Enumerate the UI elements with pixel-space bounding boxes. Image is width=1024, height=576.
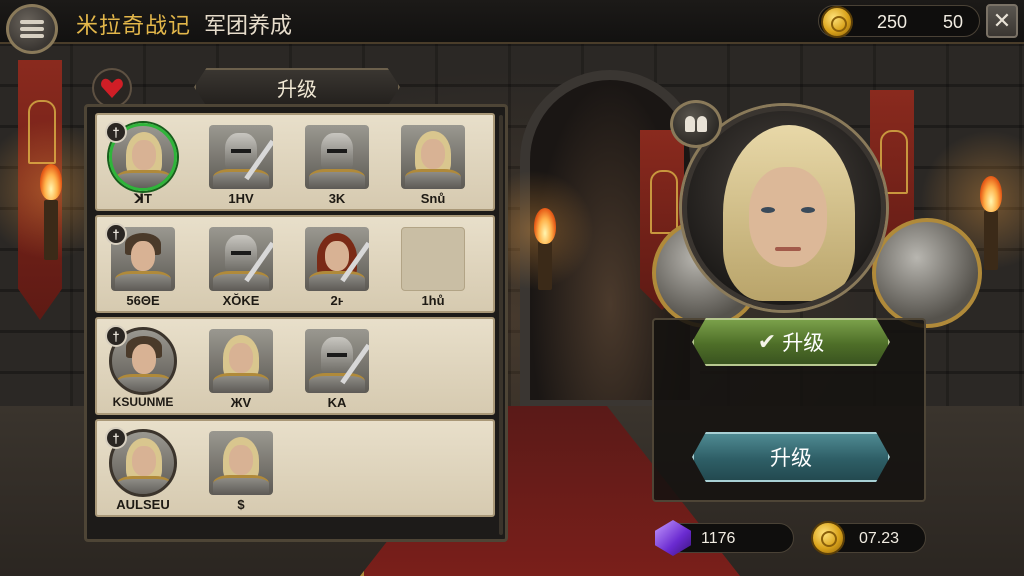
roster-scrollbar[interactable]: [499, 115, 503, 535]
unit-portrait: [305, 227, 369, 291]
unit-card[interactable]: 2ⱶ: [297, 219, 377, 313]
unit-label: KA: [327, 395, 347, 410]
unit-portrait: [401, 125, 465, 189]
squad-row-1[interactable]: † ꓘT 1HV 3K Snů: [95, 113, 495, 211]
flame-right: [980, 176, 1002, 212]
squad-leader-card[interactable]: † 56ΘE: [103, 219, 183, 313]
empty-slot-frame: [401, 227, 465, 291]
coin-icon: [821, 6, 853, 38]
rank-badge: †: [105, 223, 127, 245]
unit-card[interactable]: XŎKE: [201, 219, 281, 313]
rank-badge: †: [105, 121, 127, 143]
torch-center: [538, 240, 552, 290]
unit-portrait: [209, 329, 273, 393]
unit-portrait: [305, 125, 369, 189]
unit-label: KSUUNME: [112, 395, 174, 409]
heart-icon: [100, 77, 124, 99]
menu-icon: [20, 20, 44, 38]
unit-portrait: [209, 227, 273, 291]
upgrade-button[interactable]: 升级: [692, 432, 890, 482]
currency-value-secondary: 50: [943, 12, 964, 32]
tab-upgrade[interactable]: 升级: [194, 68, 400, 106]
torch-left: [44, 200, 58, 260]
unit-card[interactable]: Snů: [393, 117, 473, 211]
menu-button[interactable]: [6, 4, 58, 54]
confirm-upgrade-button[interactable]: ✔ 升级: [692, 318, 890, 366]
torch-right: [984, 210, 998, 270]
unit-card[interactable]: 3K: [297, 117, 377, 211]
unit-label: Snů: [420, 191, 446, 206]
squad-leader-card[interactable]: † KSUUNME: [103, 321, 183, 415]
unit-card[interactable]: KA: [297, 321, 377, 415]
screen-title: 军团养成: [204, 13, 293, 38]
unit-label: XŎKE: [222, 293, 260, 308]
unit-card[interactable]: 1HV: [201, 117, 281, 211]
close-icon: ✕: [992, 8, 1012, 33]
gem-value: 1176: [701, 530, 736, 547]
unit-portrait: [209, 125, 273, 189]
upgrade-label: 升级: [770, 447, 812, 470]
squad-row-2[interactable]: † 56ΘE XŎKE 2ⱶ 1hů: [95, 215, 495, 313]
close-button[interactable]: ✕: [986, 4, 1018, 38]
group-icon: [684, 116, 708, 132]
flame-left: [40, 164, 62, 200]
squad-leader-card[interactable]: † ꓘT: [103, 117, 183, 211]
unit-label: $: [237, 497, 245, 512]
unit-card[interactable]: $: [201, 423, 281, 517]
hero-shoulder-right: [872, 218, 982, 328]
game-title: 米拉奇战记: [76, 13, 192, 38]
currency-display: 250 50: [818, 5, 980, 38]
squad-leader-card[interactable]: † AULSEU: [103, 423, 183, 517]
favorite-button[interactable]: [92, 68, 132, 108]
unit-label: AULSEU: [116, 497, 170, 512]
gem-counter: 1176: [655, 520, 794, 556]
squad-row-3[interactable]: † KSUUNME ЖV KA: [95, 317, 495, 415]
gold-counter: 07.23: [811, 521, 926, 555]
gold-value: 07.23: [859, 530, 900, 547]
unit-label: 1HV: [228, 191, 254, 206]
confirm-upgrade-label: 升级: [782, 332, 825, 355]
party-button[interactable]: [670, 100, 722, 148]
flame-center: [534, 208, 556, 244]
unit-label: ꓘT: [133, 191, 152, 206]
unit-portrait: [209, 431, 273, 495]
unit-portrait: [305, 329, 369, 393]
unit-label: 56ΘE: [126, 293, 160, 308]
rank-badge: †: [105, 427, 127, 449]
empty-slot[interactable]: 1hů: [393, 219, 473, 313]
squad-roster-panel: † ꓘT 1HV 3K Snů † 56ΘE XŎKE 2ⱶ 1hů † KSU…: [84, 104, 508, 542]
top-bar: 米拉奇战记 军团养成 250 50 ✕: [0, 0, 1024, 54]
unit-label: ЖV: [230, 395, 252, 410]
unit-label: 3K: [328, 191, 346, 206]
coin-icon: [811, 521, 845, 555]
currency-value-primary: 250: [877, 12, 908, 32]
squad-row-4[interactable]: † AULSEU $: [95, 419, 495, 517]
unit-label: 1hů: [421, 293, 445, 308]
unit-card[interactable]: ЖV: [201, 321, 281, 415]
check-icon: ✔: [757, 329, 777, 354]
rank-badge: †: [105, 325, 127, 347]
unit-label: 2ⱶ: [330, 293, 344, 308]
